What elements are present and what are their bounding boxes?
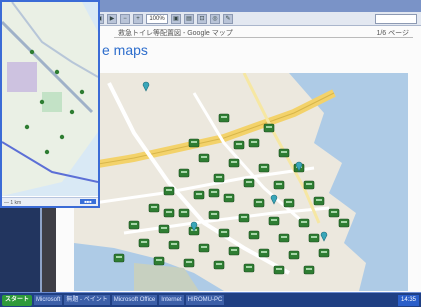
taskbar-item[interactable]: Microsoft Office — [111, 295, 158, 305]
overlay-marker-icon[interactable] — [39, 99, 45, 105]
start-button[interactable]: スタート — [2, 294, 33, 306]
toilet-marker-icon[interactable] — [113, 253, 125, 263]
search-icon[interactable]: ◎ — [210, 13, 220, 24]
toilet-marker-icon[interactable] — [168, 240, 180, 250]
overlay-marker-icon[interactable] — [59, 134, 65, 140]
toilet-marker-icon[interactable] — [208, 188, 220, 198]
overlay-marker-icon[interactable] — [79, 89, 85, 95]
toilet-marker-icon[interactable] — [258, 248, 270, 258]
toilet-marker-icon[interactable] — [278, 233, 290, 243]
toilet-marker-icon[interactable] — [318, 248, 330, 258]
overlay-marker-icon[interactable] — [69, 109, 75, 115]
overlay-map-window[interactable]: — 1 km ■■■ — [0, 0, 100, 208]
toilet-marker-icon[interactable] — [223, 193, 235, 203]
pdf-page: 救急トイレ等配置図 - Google マップ 1/6 ページ e maps — [56, 26, 421, 292]
overlay-marker-icon[interactable] — [54, 69, 60, 75]
save-icon[interactable]: ▣ — [171, 13, 181, 24]
toilet-marker-icon[interactable] — [248, 230, 260, 240]
overlay-district — [7, 62, 37, 92]
fit-page-icon[interactable]: ⊡ — [197, 13, 207, 24]
toilet-marker-icon[interactable] — [158, 224, 170, 234]
overlay-marker-icon[interactable] — [24, 124, 30, 130]
toilet-marker-icon[interactable] — [338, 218, 350, 228]
toilet-marker-icon[interactable] — [178, 208, 190, 218]
search-input[interactable] — [375, 14, 417, 24]
taskbar-item[interactable]: 無題 - ペイント — [64, 295, 110, 305]
toilet-marker-icon[interactable] — [283, 198, 295, 208]
toilet-marker-icon[interactable] — [288, 250, 300, 260]
toilet-marker-icon[interactable] — [263, 123, 275, 133]
toilet-marker-icon[interactable] — [238, 213, 250, 223]
page-title: e maps — [102, 42, 148, 58]
print-icon[interactable]: ▤ — [184, 13, 194, 24]
taskbar-item[interactable]: Microsoft — [34, 295, 63, 305]
toilet-marker-icon[interactable] — [273, 265, 285, 275]
map-canvas[interactable] — [74, 73, 408, 291]
toilet-marker-icon[interactable] — [258, 163, 270, 173]
toilet-marker-icon[interactable] — [218, 228, 230, 238]
toilet-marker-icon[interactable] — [268, 216, 280, 226]
zoom-out-button[interactable]: − — [120, 13, 130, 24]
toilet-marker-icon[interactable] — [148, 203, 160, 213]
toilet-marker-icon[interactable] — [138, 238, 150, 248]
overlay-action-button[interactable]: ■■■ — [80, 199, 96, 204]
system-tray-clock[interactable]: 14:35 — [397, 294, 419, 306]
toilet-marker-icon[interactable] — [198, 153, 210, 163]
toilet-marker-icon[interactable] — [273, 180, 285, 190]
toilet-marker-icon[interactable] — [328, 208, 340, 218]
toilet-marker-icon[interactable] — [163, 208, 175, 218]
toilet-marker-icon[interactable] — [303, 265, 315, 275]
zoom-select[interactable]: 100% — [146, 13, 168, 24]
toilet-marker-icon[interactable] — [243, 178, 255, 188]
toilet-marker-icon[interactable] — [298, 218, 310, 228]
taskbar-item[interactable]: HIROMU-PC — [185, 295, 225, 305]
toilet-marker-icon[interactable] — [188, 138, 200, 148]
toilet-marker-icon[interactable] — [208, 210, 220, 220]
tools-icon[interactable]: ✎ — [223, 13, 233, 24]
header-divider — [114, 37, 413, 38]
toilet-marker-icon[interactable] — [243, 263, 255, 273]
toilet-marker-icon[interactable] — [313, 196, 325, 206]
toilet-marker-icon[interactable] — [308, 233, 320, 243]
toilet-marker-icon[interactable] — [178, 168, 190, 178]
overlay-map-canvas[interactable] — [2, 2, 98, 196]
toilet-marker-icon[interactable] — [128, 220, 140, 230]
overlay-marker-icon[interactable] — [44, 149, 50, 155]
overlay-marker-icon[interactable] — [29, 49, 35, 55]
overlay-park — [42, 92, 62, 112]
overlay-status-bar: — 1 km ■■■ — [2, 197, 98, 206]
toilet-marker-icon[interactable] — [253, 198, 265, 208]
toilet-marker-icon[interactable] — [198, 243, 210, 253]
taskbar-item[interactable]: Internet — [159, 295, 184, 305]
toilet-marker-icon[interactable] — [163, 186, 175, 196]
toilet-marker-icon[interactable] — [153, 256, 165, 266]
toilet-marker-icon[interactable] — [303, 180, 315, 190]
taskbar: スタート Microsoft 無題 - ペイント Microsoft Offic… — [0, 292, 421, 307]
forward-button[interactable]: ▶ — [107, 13, 117, 24]
toilet-marker-icon[interactable] — [233, 140, 245, 150]
toilet-marker-icon[interactable] — [213, 173, 225, 183]
zoom-in-button[interactable]: + — [133, 13, 143, 24]
toilet-marker-icon[interactable] — [228, 158, 240, 168]
toilet-marker-icon[interactable] — [213, 260, 225, 270]
toilet-marker-icon[interactable] — [218, 113, 230, 123]
toilet-marker-icon[interactable] — [248, 138, 260, 148]
toilet-marker-icon[interactable] — [193, 190, 205, 200]
toilet-marker-icon[interactable] — [183, 258, 195, 268]
overlay-scale: — 1 km — [4, 200, 22, 206]
toilet-marker-icon[interactable] — [228, 246, 240, 256]
toilet-marker-icon[interactable] — [278, 148, 290, 158]
map-view[interactable] — [74, 73, 408, 291]
